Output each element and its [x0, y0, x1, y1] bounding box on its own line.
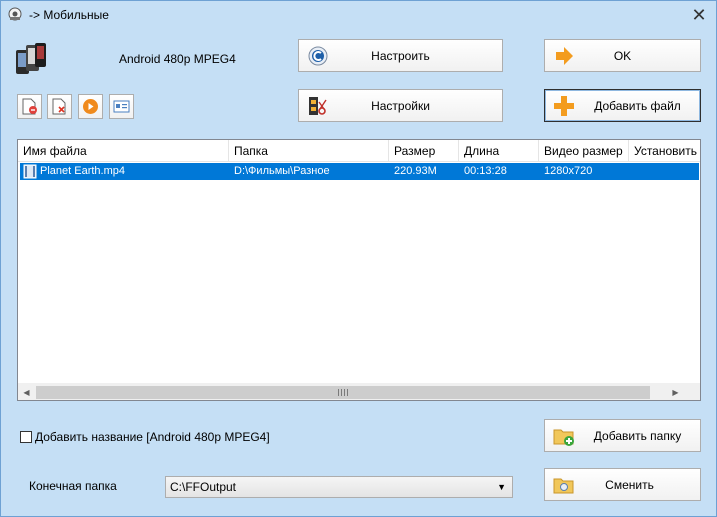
add-folder-label: Добавить папку — [593, 428, 682, 443]
profile-label: Android 480p MPEG4 — [119, 52, 236, 66]
film-scissors-icon — [309, 97, 327, 115]
close-icon: ✕ — [691, 5, 707, 25]
column-header-extra[interactable]: Установить д — [629, 140, 700, 162]
clear-list-icon — [52, 98, 66, 115]
phones-icon — [16, 43, 46, 74]
scroll-right-icon: ▶ — [672, 388, 679, 397]
horizontal-scrollbar[interactable]: ◀ ▶ — [18, 383, 684, 400]
app-icon — [8, 7, 22, 21]
media-info-icon — [113, 100, 130, 113]
configure-icon — [308, 46, 328, 66]
cell-size: 220.93M — [394, 165, 437, 177]
change-label: Сменить — [605, 477, 654, 492]
add-file-button[interactable]: Добавить файл — [544, 89, 701, 122]
cell-folder: D:\Фильмы\Разное — [234, 165, 330, 177]
grip-icon — [338, 389, 348, 396]
table-row[interactable]: Planet Earth.mp4 D:\Фильмы\Разное 220.93… — [20, 163, 699, 180]
folder-change-icon — [553, 478, 574, 494]
remove-file-icon — [22, 98, 37, 115]
add-folder-button[interactable]: Добавить папку — [544, 419, 701, 452]
cell-length: 00:13:28 — [464, 165, 507, 177]
clear-list-button[interactable] — [47, 94, 72, 119]
add-name-label: Добавить название [Android 480p MPEG4] — [35, 430, 270, 444]
scroll-left-icon: ◀ — [23, 388, 30, 397]
configure-button[interactable]: Настроить — [298, 39, 503, 72]
column-header-size[interactable]: Размер — [389, 140, 459, 162]
scroll-thumb[interactable] — [36, 386, 650, 399]
destination-label: Конечная папка — [29, 479, 117, 493]
scroll-right-button[interactable]: ▶ — [667, 384, 684, 400]
media-info-button[interactable] — [109, 94, 134, 119]
scrollbar-corner — [683, 383, 700, 400]
settings-label: Настройки — [371, 98, 430, 113]
column-header-name[interactable]: Имя файла — [18, 140, 229, 162]
title-bar[interactable]: -> Мобильные ✕ — [1, 1, 716, 29]
destination-value: C:\FFOutput — [170, 480, 237, 494]
ok-button[interactable]: OK — [544, 39, 701, 72]
add-file-label: Добавить файл — [594, 98, 681, 113]
arrow-right-icon — [556, 47, 573, 65]
column-header-length[interactable]: Длина — [459, 140, 539, 162]
change-button[interactable]: Сменить — [544, 468, 701, 501]
cell-video-size: 1280x720 — [544, 165, 593, 177]
cell-file-name: Planet Earth.mp4 — [40, 165, 125, 177]
file-list[interactable]: Имя файла Папка Размер Длина Видео разме… — [17, 139, 701, 401]
close-button[interactable]: ✕ — [682, 1, 716, 29]
chevron-down-icon: ▼ — [497, 482, 506, 492]
dialog-window: -> Мобильные ✕ Android 480p MPEG4 Настро… — [0, 0, 717, 517]
play-icon — [83, 99, 98, 114]
play-button[interactable] — [78, 94, 103, 119]
window-title: -> Мобильные — [29, 8, 109, 22]
column-header-folder[interactable]: Папка — [229, 140, 389, 162]
column-header-video-size[interactable]: Видео размер — [539, 140, 629, 162]
destination-select[interactable]: C:\FFOutput ▼ — [165, 476, 513, 498]
plus-icon — [554, 96, 574, 116]
settings-button[interactable]: Настройки — [298, 89, 503, 122]
ok-label: OK — [613, 48, 632, 63]
scroll-left-button[interactable]: ◀ — [18, 384, 35, 400]
remove-file-button[interactable] — [17, 94, 42, 119]
configure-label: Настроить — [371, 48, 430, 63]
cell-extra — [629, 163, 699, 180]
file-list-header: Имя файла Папка Размер Длина Видео разме… — [18, 140, 700, 162]
add-name-checkbox[interactable] — [20, 431, 32, 443]
folder-add-icon — [553, 429, 574, 446]
